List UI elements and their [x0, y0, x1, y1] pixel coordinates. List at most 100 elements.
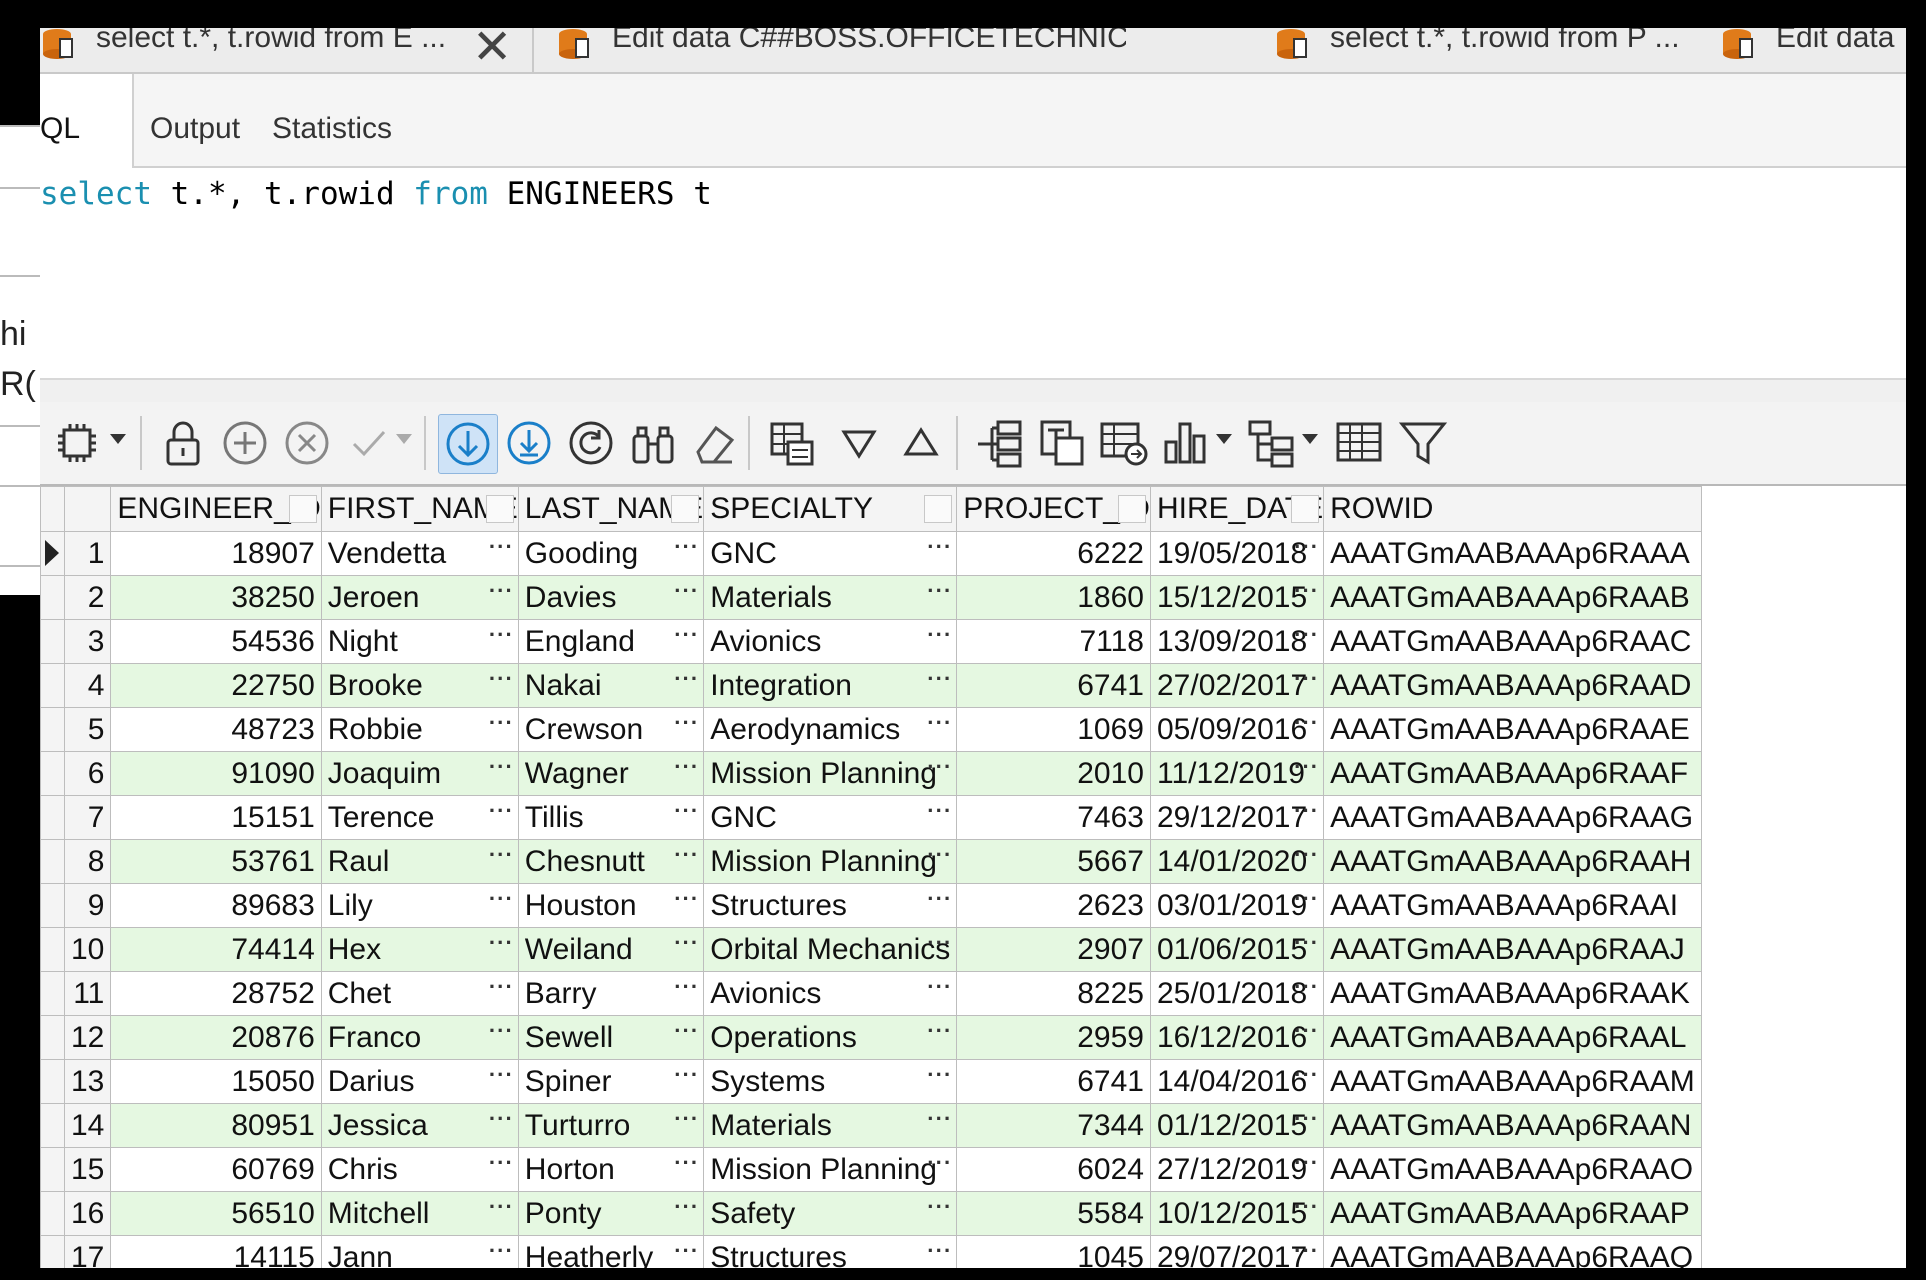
cell-project-id[interactable]: 7344: [956, 1103, 1151, 1148]
column-header-rowid[interactable]: ROWID: [1323, 486, 1702, 532]
ellipsis-button[interactable]: ···: [489, 798, 514, 824]
cell-rowid[interactable]: AAATGmAABAAAp6RAAB: [1323, 575, 1702, 620]
column-menu-button[interactable]: [288, 495, 317, 523]
column-header-engineer-id[interactable]: ENGINEER_ID: [110, 486, 322, 532]
table-row[interactable]: 14 80951 Jessica ··· Turturro ··· Materials ···…: [40, 1103, 1702, 1148]
ellipsis-button[interactable]: ···: [927, 798, 952, 824]
cell-hire-date[interactable]: 29/12/2017 ···: [1149, 795, 1325, 840]
cell-last-name[interactable]: Weiland ···: [517, 927, 705, 972]
ellipsis-button[interactable]: ···: [1294, 974, 1319, 1000]
row-number[interactable]: 16: [63, 1191, 112, 1236]
cell-rowid[interactable]: AAATGmAABAAAp6RAAG: [1323, 795, 1702, 840]
cell-first-name[interactable]: Franco ···: [320, 1015, 519, 1060]
sql-statement[interactable]: select t.*, t.rowid from ENGINEERS t: [40, 176, 712, 212]
cell-first-name[interactable]: Mitchell ···: [320, 1191, 519, 1236]
cell-engineer-id[interactable]: 28752: [110, 971, 322, 1016]
row-indicator[interactable]: [40, 1059, 65, 1104]
cell-last-name[interactable]: Chesnutt ···: [517, 839, 705, 884]
chart-icon[interactable]: [1156, 414, 1214, 472]
row-number[interactable]: 4: [63, 663, 112, 708]
ellipsis-button[interactable]: ···: [1294, 930, 1319, 956]
fetch-last-icon[interactable]: [500, 414, 558, 472]
cell-rowid[interactable]: AAATGmAABAAAp6RAAK: [1323, 971, 1702, 1016]
cell-specialty[interactable]: Integration ···: [703, 663, 958, 708]
cell-specialty[interactable]: Structures ···: [703, 1235, 958, 1268]
post-dropdown-icon[interactable]: [396, 434, 412, 444]
cell-engineer-id[interactable]: 22750: [110, 663, 322, 708]
cell-first-name[interactable]: Night ···: [320, 619, 519, 664]
row-number[interactable]: 3: [63, 619, 112, 664]
table-row[interactable]: 7 15151 Terence ··· Tillis ··· GNC ··· 7463 29/12…: [40, 795, 1702, 840]
ellipsis-button[interactable]: ···: [1294, 578, 1319, 604]
row-indicator[interactable]: [40, 1191, 65, 1236]
cell-project-id[interactable]: 6024: [956, 1147, 1151, 1192]
cell-specialty[interactable]: Aerodynamics ···: [703, 707, 958, 752]
row-number[interactable]: 7: [63, 795, 112, 840]
column-header-first-name[interactable]: FIRST_NAME: [320, 486, 519, 532]
table-row[interactable]: 3 54536 Night ··· England ··· Avionics ··· 7118 1…: [40, 619, 1702, 664]
group-dropdown-icon[interactable]: [1302, 434, 1318, 444]
tab-statistics[interactable]: Statistics: [272, 112, 392, 146]
cell-first-name[interactable]: Jeroen ···: [320, 575, 519, 620]
cell-specialty[interactable]: Avionics ···: [703, 971, 958, 1016]
ellipsis-button[interactable]: ···: [927, 930, 952, 956]
cell-specialty[interactable]: Operations ···: [703, 1015, 958, 1060]
cell-first-name[interactable]: Raul ···: [320, 839, 519, 884]
chart-dropdown-icon[interactable]: [1216, 434, 1232, 444]
ellipsis-button[interactable]: ···: [674, 930, 699, 956]
doc-tab-edit-data[interactable]: Edit data: [1720, 28, 1906, 72]
cell-engineer-id[interactable]: 20876: [110, 1015, 322, 1060]
ellipsis-button[interactable]: ···: [674, 1150, 699, 1176]
filter-icon[interactable]: [1394, 414, 1452, 472]
ellipsis-button[interactable]: ···: [489, 754, 514, 780]
cell-project-id[interactable]: 2959: [956, 1015, 1151, 1060]
ellipsis-button[interactable]: ···: [1294, 1150, 1319, 1176]
ellipsis-button[interactable]: ···: [927, 578, 952, 604]
cell-project-id[interactable]: 8225: [956, 971, 1151, 1016]
cell-rowid[interactable]: AAATGmAABAAAp6RAAD: [1323, 663, 1702, 708]
ellipsis-button[interactable]: ···: [1294, 1018, 1319, 1044]
cell-project-id[interactable]: 2623: [956, 883, 1151, 928]
cell-project-id[interactable]: 5667: [956, 839, 1151, 884]
cell-last-name[interactable]: Horton ···: [517, 1147, 705, 1192]
cell-hire-date[interactable]: 16/12/2016 ···: [1149, 1015, 1325, 1060]
export-grid-icon[interactable]: [762, 414, 820, 472]
ellipsis-button[interactable]: ···: [489, 1062, 514, 1088]
cell-rowid[interactable]: AAATGmAABAAAp6RAAJ: [1323, 927, 1702, 972]
row-indicator[interactable]: [40, 531, 65, 576]
table-row[interactable]: 5 48723 Robbie ··· Crewson ··· Aerodynamics ···…: [40, 707, 1702, 752]
ellipsis-button[interactable]: ···: [927, 1062, 952, 1088]
row-number[interactable]: 14: [63, 1103, 112, 1148]
column-header-last-name[interactable]: LAST_NAME: [517, 486, 705, 532]
ellipsis-button[interactable]: ···: [1294, 1106, 1319, 1132]
cell-specialty[interactable]: Structures ···: [703, 883, 958, 928]
ellipsis-button[interactable]: ···: [674, 974, 699, 1000]
ellipsis-button[interactable]: ···: [489, 1018, 514, 1044]
ellipsis-button[interactable]: ···: [674, 886, 699, 912]
table-row[interactable]: 13 15050 Darius ··· Spiner ··· Systems ··· 6741 1…: [40, 1059, 1702, 1104]
cell-rowid[interactable]: AAATGmAABAAAp6RAAQ: [1323, 1235, 1702, 1268]
row-indicator[interactable]: [40, 1147, 65, 1192]
ellipsis-button[interactable]: ···: [674, 710, 699, 736]
cell-engineer-id[interactable]: 56510: [110, 1191, 322, 1236]
cell-hire-date[interactable]: 14/01/2020 ···: [1149, 839, 1325, 884]
cell-hire-date[interactable]: 01/06/2015 ···: [1149, 927, 1325, 972]
column-menu-button[interactable]: [1291, 495, 1320, 523]
ellipsis-button[interactable]: ···: [489, 1150, 514, 1176]
cell-rowid[interactable]: AAATGmAABAAAp6RAAF: [1323, 751, 1702, 796]
cell-last-name[interactable]: Sewell ···: [517, 1015, 705, 1060]
row-number[interactable]: 11: [63, 971, 112, 1016]
cell-first-name[interactable]: Jann ···: [320, 1235, 519, 1268]
select-column-dropdown-icon[interactable]: [110, 434, 126, 444]
cell-engineer-id[interactable]: 48723: [110, 707, 322, 752]
cell-last-name[interactable]: Barry ···: [517, 971, 705, 1016]
ellipsis-button[interactable]: ···: [489, 886, 514, 912]
cell-engineer-id[interactable]: 18907: [110, 531, 322, 576]
cell-engineer-id[interactable]: 60769: [110, 1147, 322, 1192]
row-number[interactable]: 10: [63, 927, 112, 972]
table-row[interactable]: 15 60769 Chris ··· Horton ··· Mission Planning…: [40, 1147, 1702, 1192]
table-row[interactable]: 2 38250 Jeroen ··· Davies ··· Materials ··· 1860…: [40, 575, 1702, 620]
cell-hire-date[interactable]: 27/02/2017 ···: [1149, 663, 1325, 708]
cell-last-name[interactable]: Ponty ···: [517, 1191, 705, 1236]
ellipsis-button[interactable]: ···: [1294, 842, 1319, 868]
